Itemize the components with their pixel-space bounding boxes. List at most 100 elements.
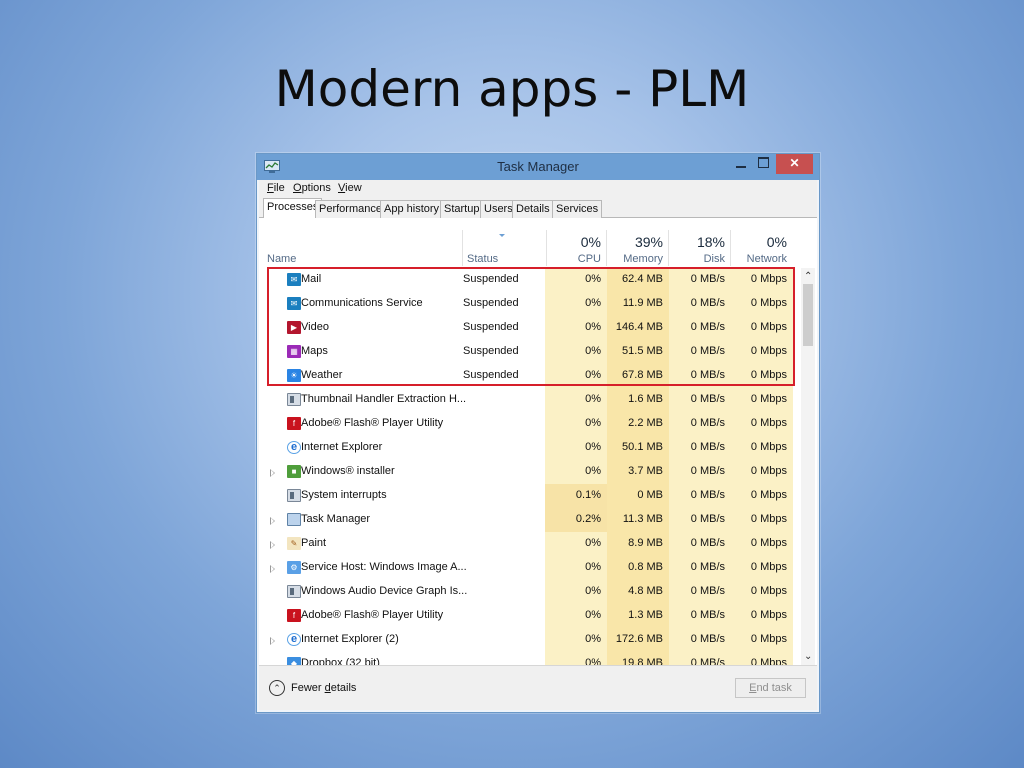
process-memory: 172.6 MB (607, 628, 669, 652)
table-row[interactable]: ▶ Video Suspended 0% 146.4 MB 0 MB/s 0 Mbps (259, 316, 801, 340)
tab-bar: Processes Performance App history Startu… (259, 198, 817, 219)
tab-services[interactable]: Services (552, 200, 603, 218)
expand-arrow-icon[interactable] (270, 637, 275, 645)
scroll-up-icon[interactable]: ⌃ (804, 272, 812, 282)
process-memory: 67.8 MB (607, 364, 669, 388)
process-disk: 0 MB/s (669, 652, 731, 665)
process-cpu: 0% (545, 268, 607, 292)
process-memory: 51.5 MB (607, 340, 669, 364)
generic-app-icon (287, 489, 301, 502)
process-cpu: 0% (545, 652, 607, 665)
table-row[interactable]: e Internet Explorer 0% 50.1 MB 0 MB/s 0 Mbps (259, 436, 801, 460)
expand-arrow-icon[interactable] (270, 565, 275, 573)
process-memory: 1.3 MB (607, 604, 669, 628)
close-button[interactable]: ✕ (776, 154, 813, 174)
title-bar[interactable]: Task Manager ✕ (257, 154, 819, 180)
dropbox-icon: ◆ (287, 657, 301, 665)
fewer-details-link[interactable]: Fewer details (291, 682, 356, 694)
table-row[interactable]: ◆ Dropbox (32 bit) 0% 19.8 MB 0 MB/s 0 Mbps (259, 652, 801, 665)
network-usage-total: 0% (766, 234, 787, 250)
process-cpu: 0.2% (545, 508, 607, 532)
scroll-down-icon[interactable]: ⌄ (804, 652, 812, 662)
maps-icon: ▦ (287, 345, 301, 358)
process-cpu: 0.1% (545, 484, 607, 508)
process-disk: 0 MB/s (669, 316, 731, 340)
table-row[interactable]: System interrupts 0.1% 0 MB 0 MB/s 0 Mbps (259, 484, 801, 508)
footer: ⌃ Fewer details End task (259, 665, 817, 710)
process-memory: 2.2 MB (607, 412, 669, 436)
process-status (463, 628, 543, 652)
menu-file[interactable]: File (267, 182, 285, 194)
table-row[interactable]: ⚙ Service Host: Windows Image A... 0% 0.8 M… (259, 556, 801, 580)
process-memory: 146.4 MB (607, 316, 669, 340)
process-network: 0 Mbps (731, 316, 793, 340)
vertical-scrollbar[interactable]: ⌃ ⌄ (801, 268, 815, 665)
column-header-status[interactable]: Status (463, 218, 547, 266)
process-status (463, 436, 543, 460)
process-status (463, 388, 543, 412)
communications-icon: ✉ (287, 297, 301, 310)
end-task-button[interactable]: End task (735, 678, 806, 698)
column-header-disk[interactable]: 18% Disk (669, 218, 731, 266)
table-row[interactable]: f Adobe® Flash® Player Utility 0% 2.2 MB 0 M… (259, 412, 801, 436)
process-memory: 62.4 MB (607, 268, 669, 292)
table-row[interactable]: ▦ Maps Suspended 0% 51.5 MB 0 MB/s 0 Mbps (259, 340, 801, 364)
column-header-memory[interactable]: 39% Memory (607, 218, 669, 266)
disk-usage-total: 18% (696, 234, 725, 250)
maximize-button[interactable] (754, 154, 774, 174)
process-memory: 1.6 MB (607, 388, 669, 412)
process-network: 0 Mbps (731, 436, 793, 460)
process-network: 0 Mbps (731, 652, 793, 665)
process-disk: 0 MB/s (669, 628, 731, 652)
process-memory: 11.3 MB (607, 508, 669, 532)
minimize-button[interactable] (731, 154, 751, 174)
table-row[interactable]: ■ Windows® installer 0% 3.7 MB 0 MB/s 0 Mbps (259, 460, 801, 484)
column-header-cpu[interactable]: 0% CPU (545, 218, 607, 266)
process-network: 0 Mbps (731, 388, 793, 412)
table-row[interactable]: f Adobe® Flash® Player Utility 0% 1.3 MB 0 M… (259, 604, 801, 628)
table-row[interactable]: e Internet Explorer (2) 0% 172.6 MB 0 MB/s 0 … (259, 628, 801, 652)
close-icon: ✕ (789, 156, 800, 170)
process-disk: 0 MB/s (669, 580, 731, 604)
table-row[interactable]: Windows Audio Device Graph Is... 0% 4.8 MB… (259, 580, 801, 604)
column-header-name[interactable]: Name (259, 218, 463, 266)
table-row[interactable]: ☀ Weather Suspended 0% 67.8 MB 0 MB/s 0 Mbps (259, 364, 801, 388)
process-status: Suspended (463, 297, 519, 309)
paint-icon: ✎ (287, 537, 301, 550)
expand-arrow-icon[interactable] (270, 517, 275, 525)
scroll-thumb[interactable] (803, 284, 813, 346)
table-row[interactable]: Task Manager 0.2% 11.3 MB 0 MB/s 0 Mbps (259, 508, 801, 532)
process-cpu: 0% (545, 460, 607, 484)
process-network: 0 Mbps (731, 484, 793, 508)
process-disk: 0 MB/s (669, 556, 731, 580)
tab-app-history[interactable]: App history (380, 200, 444, 218)
tab-startup[interactable]: Startup (440, 200, 484, 218)
expand-arrow-icon[interactable] (270, 541, 275, 549)
process-network: 0 Mbps (731, 268, 793, 292)
tab-performance[interactable]: Performance (315, 200, 386, 218)
table-row[interactable]: Thumbnail Handler Extraction H... 0% 1.6 M… (259, 388, 801, 412)
flash-icon: f (287, 609, 301, 622)
tab-processes[interactable]: Processes (263, 198, 323, 219)
process-disk: 0 MB/s (669, 292, 731, 316)
expand-arrow-icon[interactable] (270, 469, 275, 477)
process-disk: 0 MB/s (669, 484, 731, 508)
process-network: 0 Mbps (731, 412, 793, 436)
menu-options[interactable]: Options (293, 182, 331, 194)
service-host-icon: ⚙ (287, 561, 301, 574)
process-network: 0 Mbps (731, 292, 793, 316)
menu-view[interactable]: View (338, 182, 362, 194)
internet-explorer-icon: e (287, 441, 301, 454)
table-row[interactable]: ✉ Mail Suspended 0% 62.4 MB 0 MB/s 0 Mbps (259, 268, 801, 292)
tab-details[interactable]: Details (512, 200, 554, 218)
process-cpu: 0% (545, 340, 607, 364)
process-status (463, 652, 543, 665)
process-disk: 0 MB/s (669, 412, 731, 436)
column-header-network[interactable]: 0% Network (731, 218, 793, 266)
table-row[interactable]: ✉ Communications Service Suspended 0% 11.9 M… (259, 292, 801, 316)
table-row[interactable]: ✎ Paint 0% 8.9 MB 0 MB/s 0 Mbps (259, 532, 801, 556)
process-disk: 0 MB/s (669, 364, 731, 388)
chevron-up-icon[interactable]: ⌃ (269, 680, 285, 696)
slide-title: Modern apps - PLM (274, 60, 750, 118)
process-network: 0 Mbps (731, 604, 793, 628)
